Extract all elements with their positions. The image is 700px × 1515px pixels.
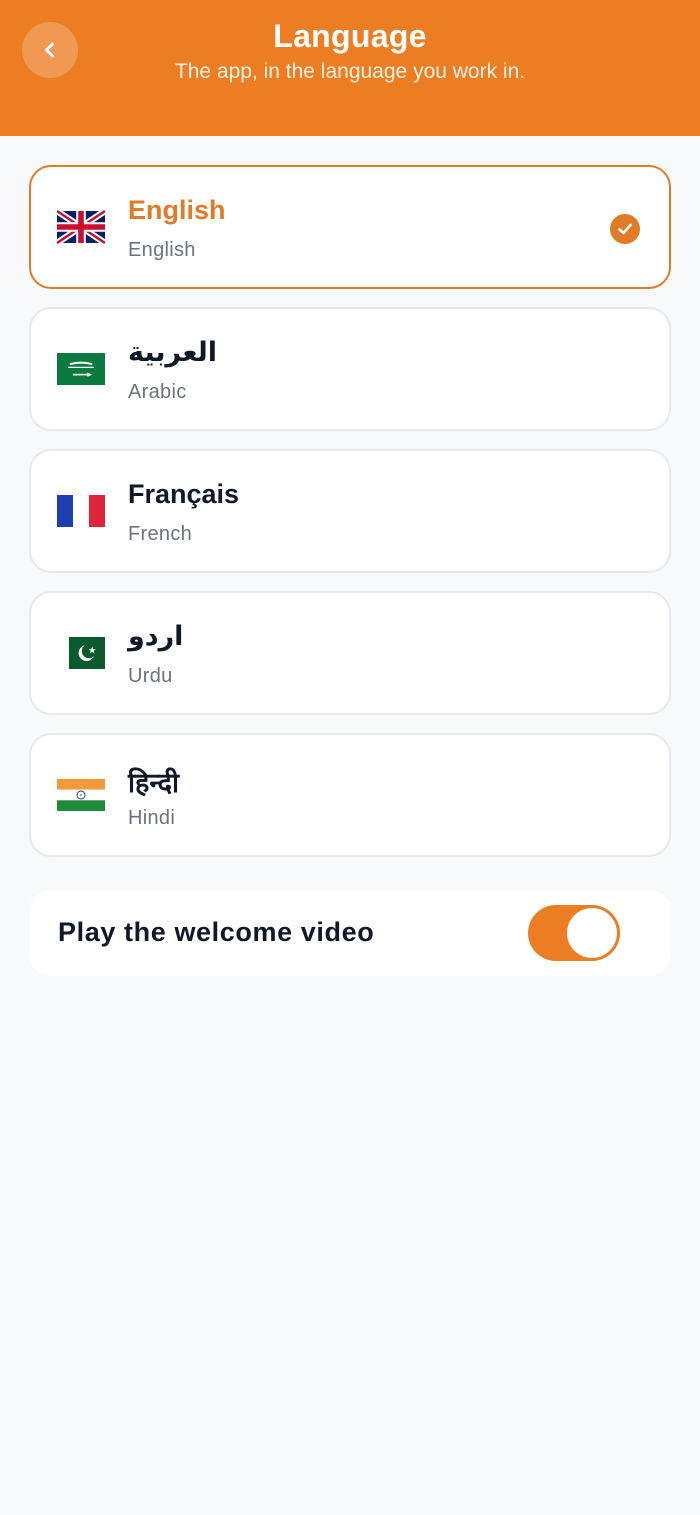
language-name: اردو [128, 621, 184, 651]
language-english-name: French [128, 523, 193, 545]
language-english-name: English [128, 239, 196, 261]
saudi-flag-icon [57, 353, 105, 385]
language-option-french[interactable]: Français French [29, 449, 671, 573]
page-subtitle: The app, in the language you work in. [174, 60, 526, 83]
france-flag-icon [57, 495, 105, 527]
language-english-name: Arabic [128, 381, 187, 403]
welcome-video-label: Play the welcome video [58, 917, 375, 947]
language-option-hindi[interactable]: हिन्दी Hindi [29, 733, 671, 857]
language-option-english[interactable]: English English [29, 165, 671, 289]
welcome-video-toggle[interactable] [528, 905, 620, 961]
page-title: Language [273, 18, 427, 54]
pakistan-flag-icon [57, 637, 105, 669]
india-flag-icon [57, 779, 105, 811]
language-list: English English العربية Arabic Français … [29, 165, 671, 875]
language-name: العربية [128, 337, 217, 367]
welcome-video-setting: Play the welcome video [29, 890, 671, 976]
language-option-arabic[interactable]: العربية Arabic [29, 307, 671, 431]
language-option-urdu[interactable]: اردو Urdu [29, 591, 671, 715]
language-name: Français [128, 479, 240, 509]
language-name: हिन्दी [128, 768, 180, 798]
check-icon [610, 214, 640, 244]
uk-flag-icon [57, 209, 105, 245]
language-name: English [128, 195, 226, 225]
language-english-name: Urdu [128, 665, 173, 687]
toggle-knob [567, 908, 617, 958]
language-english-name: Hindi [128, 807, 176, 829]
header: Language The app, in the language you wo… [0, 0, 700, 136]
